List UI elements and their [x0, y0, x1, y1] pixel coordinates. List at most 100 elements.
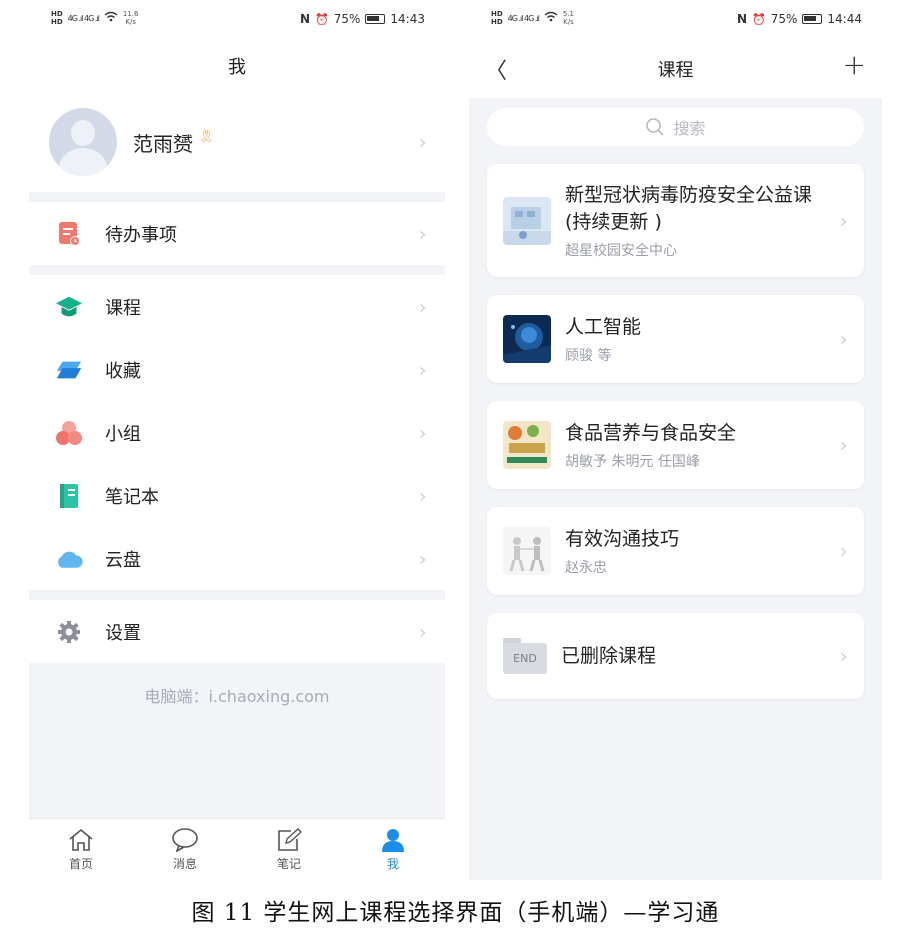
- me-screen: HD HD 4G .ıl 4G .ıl 11.6 K/s N ⏰ 75% 14:43…: [29, 0, 445, 880]
- clock: 14:44: [827, 12, 862, 26]
- page-title: 课程: [657, 60, 694, 81]
- menu-item-cloud[interactable]: 云盘 ›: [29, 527, 445, 590]
- folder-label: END: [503, 643, 547, 674]
- chevron-right-icon: ›: [419, 357, 427, 382]
- hd-icon: HD: [51, 10, 63, 18]
- battery-icon: [802, 14, 823, 24]
- chevron-right-icon: ›: [419, 294, 427, 319]
- avatar[interactable]: [49, 108, 117, 176]
- page-title: 我: [228, 57, 246, 78]
- menu-item-courses[interactable]: 课程 ›: [29, 275, 445, 338]
- menu-item-group[interactable]: 小组 ›: [29, 401, 445, 464]
- tab-home[interactable]: 首页: [29, 819, 133, 880]
- course-card[interactable]: 有效沟通技巧 赵永忠 ›: [487, 507, 864, 595]
- menu-label: 小组: [105, 423, 141, 445]
- alarm-icon: ⏰: [752, 12, 766, 26]
- search-icon: [646, 118, 665, 136]
- chevron-right-icon: ›: [419, 130, 427, 154]
- nav-bar: 我: [29, 40, 445, 92]
- tab-label: 我: [386, 856, 399, 871]
- course-teacher: 赵永忠: [565, 559, 607, 576]
- menu-item-favorites[interactable]: 收藏 ›: [29, 338, 445, 401]
- tab-messages[interactable]: 消息: [133, 819, 237, 880]
- back-arrow-icon[interactable]: 〈: [485, 53, 507, 85]
- signal-icon: 4G .ıl 4G .ıl: [67, 13, 100, 23]
- favorites-icon: [55, 356, 83, 384]
- deleted-courses-row[interactable]: END 已删除课程 ›: [487, 613, 864, 699]
- course-teacher: 超星校园安全中心: [565, 242, 677, 259]
- gear-icon: [55, 618, 83, 646]
- menu-item-settings[interactable]: 设置 ›: [29, 600, 445, 663]
- course-card[interactable]: 新型冠状病毒防疫安全公益课(持续更新 ) 超星校园安全中心 ›: [487, 164, 864, 277]
- person-icon: [382, 828, 404, 852]
- battery-percent: 75%: [770, 12, 798, 26]
- signal-icon: 4G .ıl 4G .ıl: [507, 13, 540, 23]
- status-bar: HD HD 4G .ıl 4G .ıl 11.6 K/s N ⏰ 75% 14:43: [29, 0, 445, 40]
- clock: 14:43: [390, 12, 425, 26]
- pc-url-hint: 电脑端：i.chaoxing.com: [144, 687, 330, 706]
- course-cover-image: [503, 527, 551, 575]
- chevron-right-icon: ›: [840, 644, 848, 668]
- course-card[interactable]: 人工智能 顾骏 等 ›: [487, 295, 864, 383]
- course-title: 食品营养与食品安全: [565, 421, 737, 444]
- add-icon[interactable]: +: [843, 48, 866, 81]
- wifi-icon: [104, 11, 118, 25]
- course-title: 有效沟通技巧: [565, 527, 680, 550]
- search-input[interactable]: 搜索: [487, 108, 864, 146]
- tab-bar: 首页 消息 笔记 我: [29, 818, 445, 880]
- menu-item-notebook[interactable]: 笔记本 ›: [29, 464, 445, 527]
- graduation-cap-icon: [55, 293, 83, 321]
- course-card[interactable]: 食品营养与食品安全 胡敏予 朱明元 任国峰 ›: [487, 401, 864, 489]
- nav-bar: 〈 课程 +: [469, 40, 882, 98]
- nfc-icon: N: [736, 12, 748, 26]
- tab-notes[interactable]: 笔记: [237, 819, 341, 880]
- cloud-icon: [55, 545, 83, 573]
- status-bar: HD HD 4G .ıl 4G .ıl 5.1 K/s N ⏰ 75% 14:44: [469, 0, 882, 40]
- menu-item-todo[interactable]: 待办事项 ›: [29, 202, 445, 265]
- deleted-courses-label: 已删除课程: [561, 644, 657, 667]
- todo-icon: [55, 220, 83, 248]
- nfc-icon: N: [299, 12, 311, 26]
- chevron-right-icon: ›: [419, 483, 427, 508]
- message-icon: [172, 827, 198, 852]
- network-speed: 5.1 K/s: [562, 10, 574, 26]
- group-icon: [55, 419, 83, 447]
- tab-label: 首页: [68, 856, 93, 871]
- course-title: 新型冠状病毒防疫安全公益课(持续更新 ): [565, 183, 813, 233]
- chevron-right-icon: ›: [419, 221, 427, 246]
- course-list: 新型冠状病毒防疫安全公益课(持续更新 ) 超星校园安全中心 › 人工智能 顾骏 …: [469, 146, 882, 699]
- folder-icon: END: [503, 638, 547, 674]
- course-cover-image: [503, 196, 551, 245]
- course-teacher: 顾骏 等: [565, 347, 612, 364]
- menu-label: 设置: [105, 622, 141, 644]
- menu-label: 笔记本: [105, 486, 159, 508]
- course-cover-image: [503, 315, 551, 363]
- hd-icon: HD: [51, 18, 63, 26]
- menu-label: 收藏: [105, 360, 141, 382]
- edit-note-icon: [278, 827, 303, 851]
- profile-name: 范雨赟: [133, 131, 193, 156]
- courses-screen: HD HD 4G .ıl 4G .ıl 5.1 K/s N ⏰ 75% 14:44 …: [469, 0, 882, 880]
- tab-label: 消息: [172, 856, 197, 871]
- chevron-right-icon: ›: [840, 433, 848, 457]
- chevron-right-icon: ›: [419, 619, 427, 644]
- profile-row[interactable]: 范雨赟 🎗 ›: [29, 92, 445, 192]
- chevron-right-icon: ›: [840, 539, 848, 563]
- menu-label: 待办事项: [105, 224, 177, 246]
- home-icon: [69, 828, 93, 851]
- menu-label: 云盘: [105, 549, 141, 571]
- hd-icon: HD: [491, 18, 503, 26]
- network-speed: 11.6 K/s: [122, 10, 139, 26]
- alarm-icon: ⏰: [315, 12, 329, 26]
- chevron-right-icon: ›: [419, 420, 427, 445]
- battery-percent: 75%: [333, 12, 361, 26]
- badge-icon: 🎗: [199, 129, 215, 143]
- search-placeholder: 搜索: [673, 119, 706, 138]
- hd-icon: HD: [491, 10, 503, 18]
- tab-label: 笔记: [276, 856, 301, 871]
- menu-label: 课程: [105, 297, 141, 319]
- course-title: 人工智能: [565, 315, 642, 338]
- battery-icon: [365, 14, 386, 24]
- chevron-right-icon: ›: [419, 546, 427, 571]
- tab-me[interactable]: 我: [341, 819, 445, 880]
